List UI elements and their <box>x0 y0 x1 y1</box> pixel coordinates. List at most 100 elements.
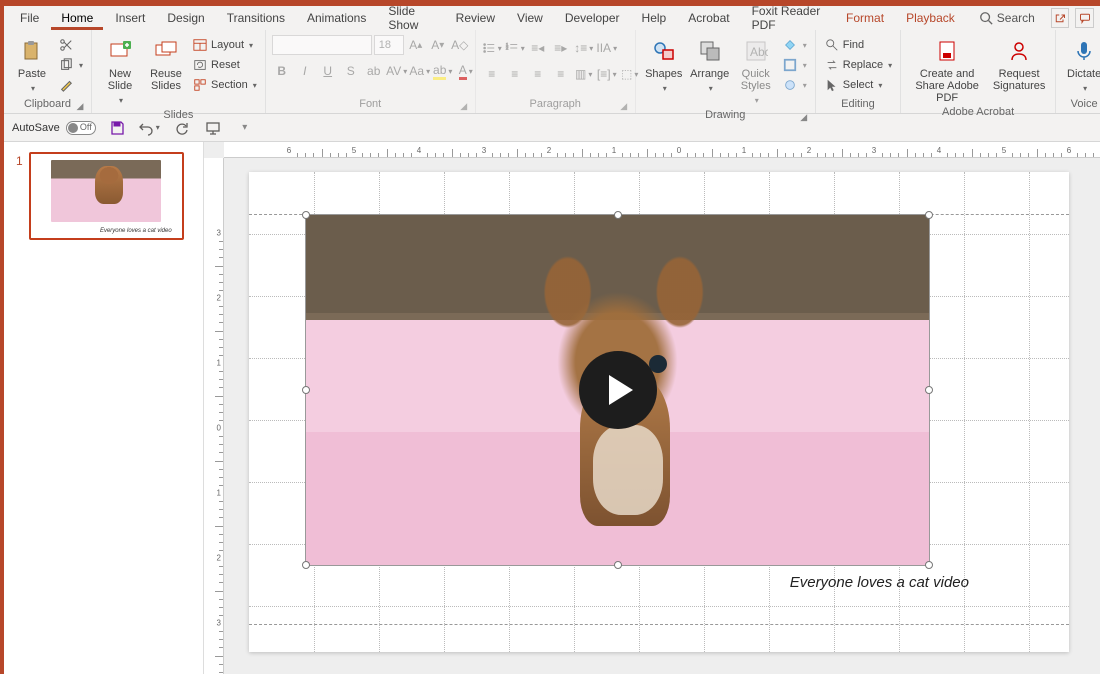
reuse-slides-button[interactable]: Reuse Slides <box>144 35 188 92</box>
line-spacing-button[interactable]: ↕≡ <box>574 38 594 58</box>
tab-transitions[interactable]: Transitions <box>217 7 295 30</box>
fill-icon <box>782 37 798 53</box>
tab-help[interactable]: Help <box>632 7 677 30</box>
font-size-input[interactable] <box>374 35 404 55</box>
bullets-button[interactable] <box>482 38 502 58</box>
vertical-ruler[interactable]: 3210123 <box>204 158 224 674</box>
shadow-button[interactable]: ab <box>364 61 384 81</box>
grow-font-button[interactable]: A▴ <box>406 35 426 55</box>
tab-playback[interactable]: Playback <box>896 7 965 30</box>
ribbon: Paste Clipboard◢ New Slide Reuse Sl <box>4 30 1100 114</box>
resize-handle-se[interactable] <box>925 561 933 569</box>
slide-caption-text[interactable]: Everyone loves a cat video <box>790 574 969 591</box>
tab-animations[interactable]: Animations <box>297 7 376 30</box>
comments-button[interactable] <box>1075 8 1094 28</box>
shrink-font-button[interactable]: A▾ <box>428 35 448 55</box>
font-color-button[interactable]: A <box>456 61 476 81</box>
shape-fill-button[interactable] <box>780 35 809 55</box>
align-text-button[interactable]: [≡] <box>597 64 617 84</box>
arrange-button[interactable]: Arrange <box>688 35 732 95</box>
font-launcher[interactable]: ◢ <box>459 101 469 111</box>
align-center-button[interactable]: ≡ <box>505 64 525 84</box>
shape-effects-button[interactable] <box>780 75 809 95</box>
select-button[interactable]: Select <box>822 75 894 95</box>
columns-button[interactable]: ▥ <box>574 64 594 84</box>
resize-handle-s[interactable] <box>614 561 622 569</box>
shape-outline-button[interactable] <box>780 55 809 75</box>
shapes-button[interactable]: Shapes <box>642 35 686 95</box>
group-font: A▴ A▾ A◇ B I U S ab AV Aa ab A Font◢ <box>266 30 476 113</box>
tab-developer[interactable]: Developer <box>555 7 630 30</box>
resize-handle-w[interactable] <box>302 386 310 394</box>
find-label: Find <box>843 39 864 51</box>
paragraph-launcher[interactable]: ◢ <box>619 101 629 111</box>
create-pdf-button[interactable]: Create and Share Adobe PDF <box>907 35 987 104</box>
slide-editor[interactable]: 6543210123456 3210123 <box>204 142 1100 674</box>
resize-handle-e[interactable] <box>925 386 933 394</box>
workspace: 1 Everyone loves a cat video 65432101234… <box>4 142 1100 674</box>
search-label: Search <box>997 11 1035 25</box>
layout-button[interactable]: Layout <box>190 35 259 55</box>
group-editing-label: Editing <box>841 98 875 110</box>
quick-styles-button[interactable]: AbcQuick Styles <box>734 35 778 107</box>
reset-button[interactable]: Reset <box>190 55 259 75</box>
group-adobe-label: Adobe Acrobat <box>942 106 1014 118</box>
justify-button[interactable]: ≡ <box>551 64 571 84</box>
bold-button[interactable]: B <box>272 61 292 81</box>
indent-dec-button[interactable]: ≡◂ <box>528 38 548 58</box>
replace-button[interactable]: Replace <box>822 55 894 75</box>
cut-button[interactable] <box>56 35 85 55</box>
group-slides: New Slide Reuse Slides Layout Reset Sect… <box>92 30 266 113</box>
tab-home[interactable]: Home <box>51 7 103 30</box>
numbering-button[interactable]: 12 <box>505 38 525 58</box>
indent-inc-button[interactable]: ≡▸ <box>551 38 571 58</box>
tab-acrobat[interactable]: Acrobat <box>678 7 739 30</box>
font-name-input[interactable] <box>272 35 372 55</box>
clear-format-button[interactable]: A◇ <box>450 35 470 55</box>
share-button[interactable] <box>1051 8 1070 28</box>
layout-label: Layout <box>211 39 244 51</box>
tab-format[interactable]: Format <box>836 7 894 30</box>
slide-canvas[interactable]: Everyone loves a cat video <box>249 172 1069 652</box>
clipboard-launcher[interactable]: ◢ <box>75 101 85 111</box>
slide-thumbnails-panel[interactable]: 1 Everyone loves a cat video <box>4 142 204 674</box>
align-left-button[interactable]: ≡ <box>482 64 502 84</box>
format-painter-button[interactable] <box>56 75 85 95</box>
new-slide-button[interactable]: New Slide <box>98 35 142 107</box>
autosave-toggle[interactable]: AutoSave Off <box>12 121 96 135</box>
play-button[interactable] <box>579 351 657 429</box>
resize-handle-n[interactable] <box>614 211 622 219</box>
video-placeholder[interactable] <box>305 214 930 566</box>
drawing-launcher[interactable]: ◢ <box>799 112 809 122</box>
quick-styles-label: Quick Styles <box>736 68 776 92</box>
find-icon <box>824 37 840 53</box>
tab-view[interactable]: View <box>507 7 553 30</box>
tab-insert[interactable]: Insert <box>105 7 155 30</box>
tab-design[interactable]: Design <box>157 7 214 30</box>
strike-button[interactable]: S <box>341 61 361 81</box>
search-box[interactable]: Search <box>969 11 1045 25</box>
dictate-button[interactable]: Dictate <box>1062 35 1100 95</box>
toggle-switch[interactable]: Off <box>66 121 96 135</box>
section-button[interactable]: Section <box>190 75 259 95</box>
text-direction-button[interactable]: IIA <box>597 38 617 58</box>
tab-file[interactable]: File <box>10 7 49 30</box>
paste-button[interactable]: Paste <box>10 35 54 95</box>
resize-handle-nw[interactable] <box>302 211 310 219</box>
tab-review[interactable]: Review <box>446 7 505 30</box>
request-sig-button[interactable]: Request Signatures <box>989 35 1049 92</box>
slide-thumbnail-1[interactable]: Everyone loves a cat video <box>29 152 184 240</box>
underline-button[interactable]: U <box>318 61 338 81</box>
resize-handle-sw[interactable] <box>302 561 310 569</box>
copy-button[interactable] <box>56 55 85 75</box>
smartart-button[interactable]: ⬚ <box>620 64 640 84</box>
spacing-button[interactable]: AV <box>387 61 407 81</box>
italic-button[interactable]: I <box>295 61 315 81</box>
align-right-button[interactable]: ≡ <box>528 64 548 84</box>
group-slides-label: Slides <box>163 109 193 121</box>
resize-handle-ne[interactable] <box>925 211 933 219</box>
highlight-button[interactable]: ab <box>433 61 453 81</box>
find-button[interactable]: Find <box>822 35 894 55</box>
horizontal-ruler[interactable]: 6543210123456 <box>224 142 1100 158</box>
change-case-button[interactable]: Aa <box>410 61 430 81</box>
